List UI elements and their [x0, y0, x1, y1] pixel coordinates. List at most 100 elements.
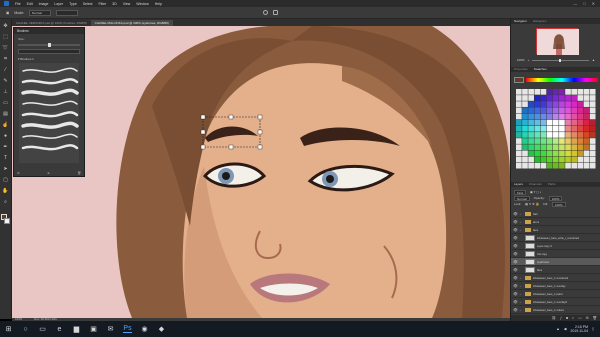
swatch-cell[interactable] — [552, 125, 559, 132]
swatch-cell[interactable] — [552, 156, 559, 163]
swatch-cell[interactable] — [571, 132, 578, 138]
swatch-cell[interactable] — [516, 144, 522, 151]
cancel-icon[interactable] — [263, 10, 269, 15]
swatch-cell[interactable] — [565, 150, 571, 157]
swatch-cell[interactable] — [565, 119, 571, 126]
tab-channels[interactable]: Channels — [529, 182, 542, 187]
swatch-cell[interactable] — [552, 95, 559, 101]
layer-row[interactable]: 👁 › hair — [511, 210, 600, 218]
swatch-cell[interactable] — [528, 119, 534, 126]
layer-row[interactable]: 👁 eyebrows — [511, 258, 600, 266]
swatch-cell[interactable] — [571, 156, 578, 163]
expand-arrow-icon[interactable]: › — [520, 284, 523, 288]
visibility-eye-icon[interactable]: 👁 — [513, 236, 518, 240]
swatch-cell[interactable] — [565, 125, 571, 132]
swatch-cell[interactable] — [583, 138, 590, 144]
swatch-cell[interactable] — [559, 101, 565, 107]
swatch-cell[interactable] — [534, 113, 541, 120]
swatch-cell[interactable] — [546, 144, 553, 151]
network-icon[interactable]: ▲ — [556, 327, 559, 331]
swatch-cell[interactable] — [552, 119, 559, 126]
opacity-input[interactable]: 100% — [548, 195, 563, 201]
swatch-cell[interactable] — [571, 125, 578, 132]
swatch-cell[interactable] — [577, 150, 584, 157]
swatch-cell[interactable] — [577, 107, 584, 114]
swatch-cell[interactable] — [559, 95, 565, 101]
fill-input[interactable]: 100% — [551, 201, 566, 207]
swatch-cell[interactable] — [589, 89, 596, 95]
swatch-cell[interactable] — [583, 144, 590, 151]
swatch-cell[interactable] — [516, 95, 522, 101]
swatch-cell[interactable] — [546, 113, 553, 120]
search-icon[interactable]: ○ — [21, 326, 30, 333]
swatch-cell[interactable] — [583, 89, 590, 95]
swatch-cell[interactable] — [534, 95, 541, 101]
swatch-cell[interactable] — [552, 113, 559, 120]
layer-row[interactable]: 👁 › arms — [511, 218, 600, 226]
check-icon[interactable] — [273, 10, 279, 15]
visibility-eye-icon[interactable]: 👁 — [513, 292, 518, 296]
mode-select[interactable]: Normal — [29, 9, 52, 16]
brush-settings-icon[interactable]: ⚙ — [17, 171, 20, 175]
transform-handle[interactable] — [257, 114, 263, 120]
layer-row[interactable]: 👁 › inbetween_face_1 colors — [511, 306, 600, 314]
tab-paths[interactable]: Paths — [548, 182, 556, 187]
clock[interactable]: 2:16 PM 2019-11-04 — [570, 325, 588, 333]
swatch-cell[interactable] — [540, 119, 547, 126]
zoom-value[interactable]: 100% — [517, 58, 525, 62]
color-wheel[interactable] — [516, 89, 596, 169]
brush-stroke-preview[interactable] — [22, 133, 78, 139]
swatch-cell[interactable] — [540, 132, 547, 138]
swatch-cell[interactable] — [534, 89, 541, 95]
swatch-cell[interactable] — [565, 101, 571, 107]
swatch-cell[interactable] — [571, 107, 578, 114]
swatch-cell[interactable] — [534, 144, 541, 151]
hand-icon[interactable]: ✋ — [2, 188, 9, 194]
transform-handle[interactable] — [228, 144, 234, 150]
swatch-cell[interactable] — [577, 125, 584, 132]
swatch-cell[interactable] — [565, 144, 571, 151]
swatch-cell[interactable] — [589, 107, 596, 114]
swatch-cell[interactable] — [577, 132, 584, 138]
swatch-cell[interactable] — [589, 119, 596, 126]
swatch-cell[interactable] — [559, 125, 565, 132]
swatch-cell[interactable] — [516, 89, 522, 95]
hue-strip[interactable] — [526, 78, 598, 82]
transform-handle[interactable] — [228, 114, 234, 120]
blend-mode-select[interactable]: Normal — [514, 195, 530, 201]
swatch-cell[interactable] — [565, 138, 571, 144]
move-icon[interactable]: ✥ — [2, 23, 9, 29]
zoom-out-icon[interactable]: ▵ — [528, 58, 530, 62]
lock-icons[interactable]: ▦ ✎ ✥ 🔒 — [525, 202, 539, 206]
swatch-cell[interactable] — [577, 144, 584, 151]
swatch-cell[interactable] — [528, 138, 534, 144]
color-wheel-grid[interactable] — [516, 89, 596, 169]
visibility-eye-icon[interactable]: 👁 — [513, 268, 518, 272]
swatch-cell[interactable] — [559, 89, 565, 95]
zoom-slider-knob[interactable] — [559, 58, 562, 62]
swatch-cell[interactable] — [589, 138, 596, 144]
background-color[interactable] — [4, 218, 10, 224]
visibility-eye-icon[interactable]: 👁 — [513, 276, 518, 280]
swatch-cell[interactable] — [589, 132, 596, 138]
visibility-eye-icon[interactable]: 👁 — [513, 284, 518, 288]
brush-stroke-preview[interactable] — [22, 100, 78, 106]
swatch-cell[interactable] — [516, 132, 522, 138]
expand-arrow-icon[interactable]: › — [520, 212, 523, 216]
taskview-icon[interactable]: ▭ — [38, 325, 47, 333]
swatch-cell[interactable] — [516, 101, 522, 107]
layer-row[interactable]: 👁 Iris copy — [511, 250, 600, 258]
swatch-cell[interactable] — [534, 119, 541, 126]
swatch-cell[interactable] — [534, 107, 541, 114]
notification-icon[interactable]: ▯ — [592, 327, 594, 331]
swatch-cell[interactable] — [522, 156, 528, 163]
swatch-cell[interactable] — [540, 113, 547, 120]
swatch-cell[interactable] — [583, 107, 590, 114]
brush-stroke-preview[interactable] — [21, 88, 79, 96]
swatch-cell[interactable] — [583, 150, 590, 157]
swatch-cell[interactable] — [522, 95, 528, 101]
transform-handle[interactable] — [257, 144, 263, 150]
options-field[interactable] — [56, 9, 79, 16]
swatch-cell[interactable] — [552, 150, 559, 157]
swatch-cell[interactable] — [534, 156, 541, 163]
